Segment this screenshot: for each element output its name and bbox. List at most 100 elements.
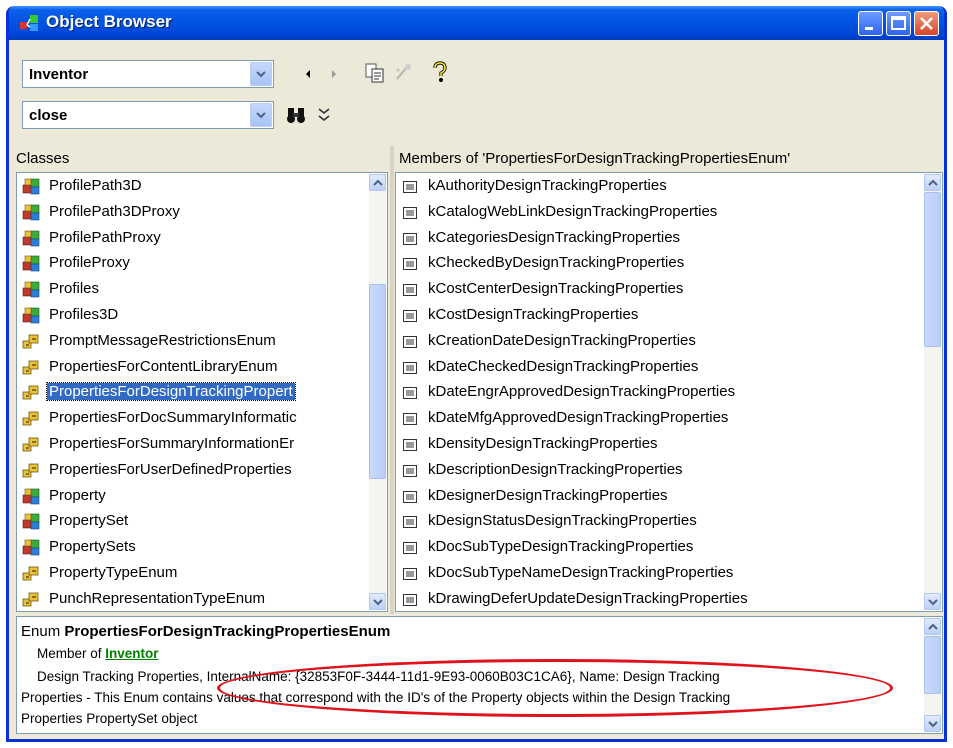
classes-scrollbar[interactable] bbox=[369, 174, 386, 610]
member-list-item[interactable]: kDateEngrApprovedDesignTrackingPropertie… bbox=[396, 380, 924, 404]
class-list-item[interactable]: Profiles3D bbox=[17, 303, 369, 327]
class-list-item[interactable]: ProfilePathProxy bbox=[17, 226, 369, 250]
class-list-item[interactable]: PromptMessageRestrictionsEnum bbox=[17, 329, 369, 353]
go-forward-icon[interactable] bbox=[323, 63, 345, 85]
chevron-down-icon[interactable] bbox=[250, 103, 272, 127]
class-list-item-label: PropertiesForDocSummaryInformatic bbox=[49, 409, 297, 427]
close-window-button[interactable] bbox=[914, 11, 939, 36]
class-list-item-label: PropertySet bbox=[49, 512, 129, 530]
enum-icon bbox=[22, 461, 41, 479]
class-icon bbox=[22, 203, 41, 221]
go-back-icon[interactable] bbox=[297, 63, 319, 85]
scroll-down-button[interactable] bbox=[924, 593, 941, 610]
class-list-item[interactable]: PropertyTypeEnum bbox=[17, 561, 369, 585]
member-list-item[interactable]: kCheckedByDesignTrackingProperties bbox=[396, 251, 924, 275]
scroll-up-button[interactable] bbox=[924, 174, 941, 191]
member-list-item[interactable]: kDateCheckedDesignTrackingProperties bbox=[396, 355, 924, 379]
minimize-button[interactable] bbox=[858, 11, 883, 36]
scroll-down-button[interactable] bbox=[369, 593, 386, 610]
description-kind: Enum bbox=[21, 623, 61, 640]
member-list-item-label: kAuthorityDesignTrackingProperties bbox=[428, 177, 667, 194]
class-list-item[interactable]: ProfilePath3D bbox=[17, 174, 369, 198]
title-bar[interactable]: Object Browser bbox=[9, 6, 944, 40]
class-list-item[interactable]: Profiles bbox=[17, 277, 369, 301]
close-icon bbox=[920, 17, 933, 30]
class-list-item-label: ProfilePathProxy bbox=[49, 228, 161, 246]
member-list-item[interactable]: kCostDesignTrackingProperties bbox=[396, 303, 924, 327]
member-list-item[interactable]: kDesignStatusDesignTrackingProperties bbox=[396, 509, 924, 533]
member-list-item-label: kDesignerDesignTrackingProperties bbox=[428, 486, 668, 504]
enum-constant-icon bbox=[403, 464, 417, 477]
class-list-item[interactable]: PropertiesForDesignTrackingPropert bbox=[17, 380, 369, 404]
search-binoculars-icon[interactable] bbox=[285, 104, 307, 126]
class-list-item-label: ProfilePath3D bbox=[49, 177, 142, 194]
member-list-item-label: kCreationDateDesignTrackingProperties bbox=[428, 331, 696, 349]
help-icon[interactable] bbox=[429, 61, 451, 83]
class-list-item[interactable]: PropertySet bbox=[17, 509, 369, 533]
member-list-item-label: kCatalogWebLinkDesignTrackingProperties bbox=[428, 202, 718, 220]
member-list-item[interactable]: kDrawingDeferUpdateDesignTrackingPropert… bbox=[396, 587, 924, 611]
enum-constant-icon bbox=[403, 206, 417, 219]
enum-constant-icon bbox=[403, 180, 417, 193]
class-list-item-label: PromptMessageRestrictionsEnum bbox=[49, 331, 276, 349]
member-list-item[interactable]: kDocSubTypeNameDesignTrackingProperties bbox=[396, 561, 924, 585]
chevron-down-icon bbox=[928, 721, 938, 728]
maximize-icon bbox=[891, 16, 906, 30]
class-list-item[interactable]: PropertiesForContentLibraryEnum bbox=[17, 355, 369, 379]
view-definition-icon[interactable] bbox=[393, 62, 415, 84]
chevron-down-icon bbox=[928, 599, 938, 606]
class-icon bbox=[22, 487, 41, 505]
enum-constant-icon bbox=[403, 515, 417, 529]
member-list-item-label: kCostCenterDesignTrackingProperties bbox=[428, 280, 684, 298]
class-list-item-label: PropertiesForDesignTrackingPropert bbox=[46, 382, 296, 402]
scroll-thumb[interactable] bbox=[369, 284, 386, 479]
members-list[interactable]: kAuthorityDesignTrackingProperties kCatal… bbox=[395, 172, 943, 612]
member-list-item[interactable]: kCreationDateDesignTrackingProperties bbox=[396, 329, 924, 353]
class-list-item[interactable]: ProfileProxy bbox=[17, 251, 369, 275]
member-list-item[interactable]: kCategoriesDesignTrackingProperties bbox=[396, 226, 924, 250]
class-list-item-label: Profiles3D bbox=[49, 306, 119, 323]
class-list-item[interactable]: PunchRepresentationTypeEnum bbox=[17, 587, 369, 611]
chevron-down-icon[interactable] bbox=[250, 62, 272, 86]
library-dropdown[interactable]: Inventor bbox=[22, 60, 274, 88]
member-list-item[interactable]: kAuthorityDesignTrackingProperties bbox=[396, 174, 924, 198]
scroll-up-button[interactable] bbox=[924, 618, 941, 635]
class-icon bbox=[22, 254, 41, 272]
maximize-button[interactable] bbox=[886, 11, 911, 36]
enum-constant-icon bbox=[403, 257, 417, 271]
description-name: PropertiesForDesignTrackingPropertiesEnu… bbox=[64, 623, 391, 640]
class-list-item[interactable]: ProfilePath3DProxy bbox=[17, 200, 369, 224]
class-list-item[interactable]: PropertiesForUserDefinedProperties bbox=[17, 458, 369, 482]
class-list-item[interactable]: Property bbox=[17, 484, 369, 508]
chevron-up-icon bbox=[928, 179, 938, 186]
scroll-down-button[interactable] bbox=[924, 715, 941, 732]
member-list-item-label: kDateEngrApprovedDesignTrackingPropertie… bbox=[428, 383, 736, 401]
scroll-thumb[interactable] bbox=[924, 192, 941, 347]
member-list-item[interactable]: kDocSubTypeDesignTrackingProperties bbox=[396, 535, 924, 559]
library-link[interactable]: Inventor bbox=[105, 646, 158, 661]
member-list-item[interactable]: kDateMfgApprovedDesignTrackingProperties bbox=[396, 406, 924, 430]
members-scrollbar[interactable] bbox=[924, 174, 941, 610]
scroll-thumb[interactable] bbox=[924, 636, 941, 694]
class-list-item[interactable]: PropertiesForSummaryInformationEr bbox=[17, 432, 369, 456]
member-list-item-label: kDrawingDeferUpdateDesignTrackingPropert… bbox=[428, 589, 748, 607]
object-browser-window: Object Browser Inventor close Classes Me… bbox=[6, 6, 947, 742]
copy-to-clipboard-icon[interactable] bbox=[364, 62, 386, 84]
member-list-item[interactable]: kDescriptionDesignTrackingProperties bbox=[396, 458, 924, 482]
pane-splitter[interactable] bbox=[390, 146, 394, 614]
member-list-item[interactable]: kDesignerDesignTrackingProperties bbox=[396, 484, 924, 508]
class-list-item-label: PropertySets bbox=[49, 538, 136, 556]
class-list-item[interactable]: PropertiesForDocSummaryInformatic bbox=[17, 406, 369, 430]
scroll-up-button[interactable] bbox=[369, 174, 386, 191]
description-scrollbar[interactable] bbox=[924, 618, 941, 732]
classes-list[interactable]: ProfilePath3D ProfilePath3DProxy ProfilePa… bbox=[16, 172, 388, 612]
enum-constant-icon bbox=[403, 438, 417, 451]
member-list-item[interactable]: kCatalogWebLinkDesignTrackingProperties bbox=[396, 200, 924, 224]
object-browser-icon bbox=[20, 15, 38, 31]
member-list-item[interactable]: kDensityDesignTrackingProperties bbox=[396, 432, 924, 456]
member-list-item[interactable]: kCostCenterDesignTrackingProperties bbox=[396, 277, 924, 301]
class-list-item-label: PropertyTypeEnum bbox=[49, 564, 178, 581]
search-text-dropdown[interactable]: close bbox=[22, 101, 274, 129]
show-search-results-icon[interactable] bbox=[313, 104, 335, 126]
class-list-item[interactable]: PropertySets bbox=[17, 535, 369, 559]
